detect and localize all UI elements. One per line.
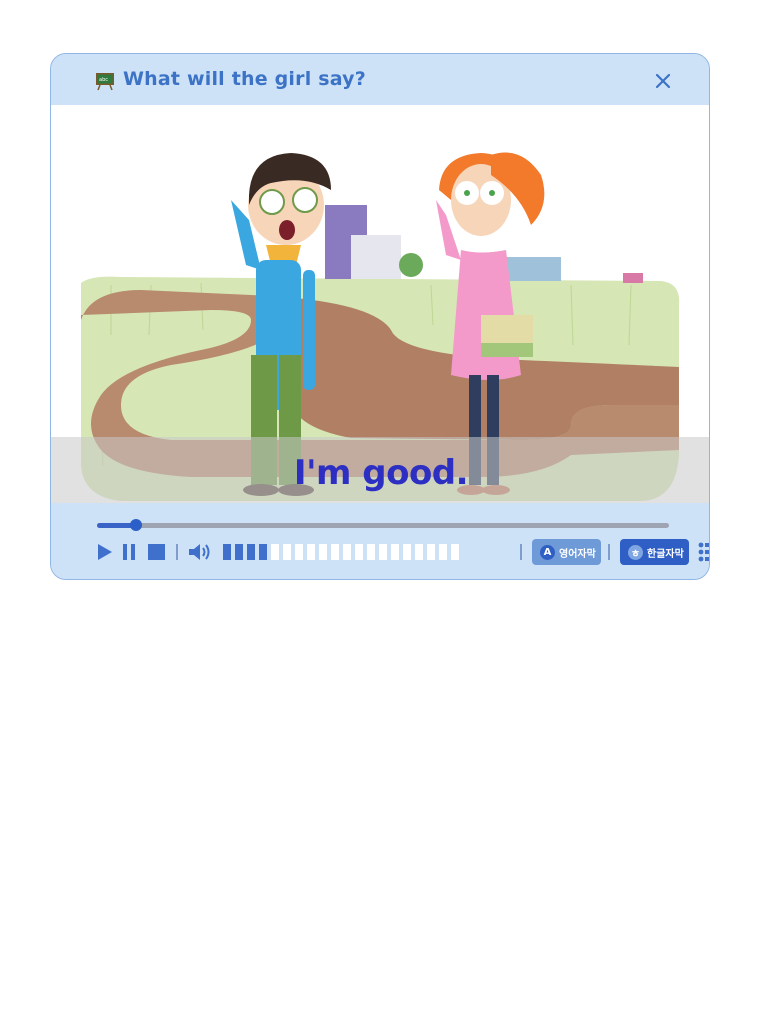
volume-segment[interactable]: [415, 544, 423, 560]
volume-segment[interactable]: [379, 544, 387, 560]
stop-icon[interactable]: [147, 539, 167, 565]
close-icon[interactable]: [651, 69, 675, 93]
volume-segment[interactable]: [247, 544, 255, 560]
volume-segment[interactable]: [283, 544, 291, 560]
volume-segment[interactable]: [331, 544, 339, 560]
volume-segment[interactable]: [235, 544, 243, 560]
divider: [608, 544, 610, 560]
volume-segment[interactable]: [403, 544, 411, 560]
volume-segment[interactable]: [439, 544, 447, 560]
chalkboard-icon: abc: [96, 73, 114, 91]
korean-caption-label: 한글자막: [647, 548, 684, 560]
volume-segment[interactable]: [427, 544, 435, 560]
volume-segment[interactable]: [367, 544, 375, 560]
list-icon[interactable]: [698, 539, 710, 565]
volume-segment[interactable]: [355, 544, 363, 560]
progress-handle[interactable]: [129, 519, 142, 531]
control-bar: A 영어자막 ㅎ 한글자막: [51, 503, 709, 579]
subtitle-band: I'm good.: [51, 437, 709, 503]
volume-segment[interactable]: [259, 544, 267, 560]
volume-segment[interactable]: [391, 544, 399, 560]
volume-bar[interactable]: [223, 539, 463, 565]
video-player: abc What will the girl say? I'm good. A …: [50, 53, 710, 580]
korean-caption-button[interactable]: ㅎ 한글자막: [620, 539, 689, 565]
korean-badge: ㅎ: [628, 544, 643, 560]
player-header: abc What will the girl say?: [51, 54, 709, 105]
english-badge: A: [540, 544, 555, 560]
volume-segment[interactable]: [343, 544, 351, 560]
page-title: What will the girl say?: [123, 68, 366, 90]
volume-segment[interactable]: [223, 544, 231, 560]
control-row: A 영어자막 ㅎ 한글자막: [95, 539, 709, 565]
divider: [176, 544, 178, 560]
volume-segment[interactable]: [271, 544, 279, 560]
volume-segment[interactable]: [295, 544, 303, 560]
svg-text:abc: abc: [99, 77, 108, 83]
progress-bar[interactable]: [97, 519, 669, 531]
english-caption-label: 영어자막: [559, 548, 596, 560]
subtitle-text: I'm good.: [293, 453, 469, 493]
volume-segment[interactable]: [451, 544, 459, 560]
english-caption-button[interactable]: A 영어자막: [532, 539, 601, 565]
pause-icon[interactable]: [121, 539, 137, 565]
play-icon[interactable]: [95, 539, 115, 565]
volume-segment[interactable]: [307, 544, 315, 560]
volume-icon[interactable]: [187, 539, 211, 565]
volume-segment[interactable]: [319, 544, 327, 560]
video-frame[interactable]: I'm good.: [51, 105, 709, 503]
divider: [520, 544, 522, 560]
